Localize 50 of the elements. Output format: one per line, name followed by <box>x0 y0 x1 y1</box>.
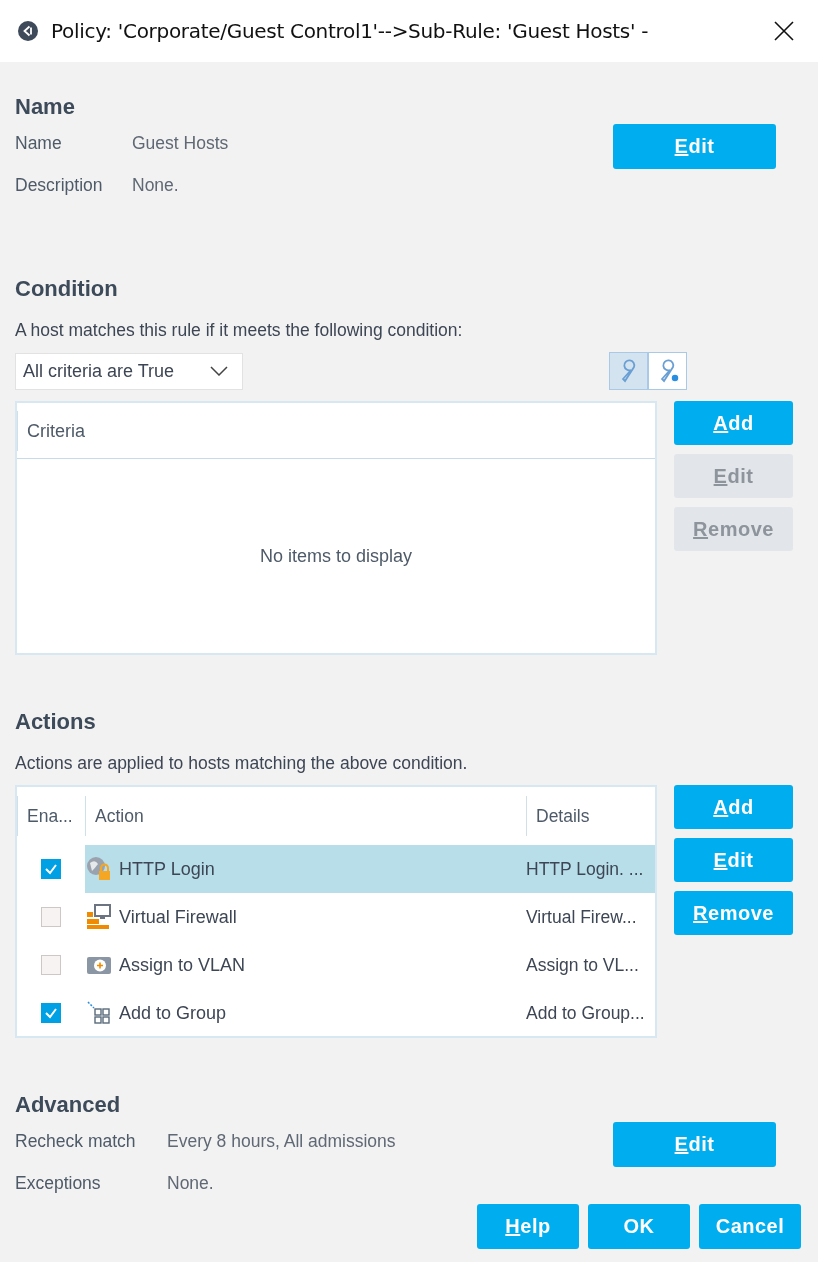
checkbox[interactable] <box>41 955 61 975</box>
checkbox[interactable] <box>41 859 61 879</box>
section-heading: Name <box>15 93 76 121</box>
edit-button[interactable]: Edit <box>674 838 793 882</box>
actions-description: Actions are applied to hosts matching the above condition. <box>15 753 469 774</box>
section-heading: Advanced <box>15 1091 122 1119</box>
action-cell[interactable]: Virtual Firewall <box>85 893 526 941</box>
match-dropdown[interactable]: All criteria are True <box>15 352 243 390</box>
close-icon[interactable] <box>774 21 794 41</box>
column-header[interactable]: Ena... <box>17 796 85 836</box>
column-header[interactable]: Details <box>526 796 655 836</box>
remove-button[interactable]: Remove <box>674 891 793 935</box>
checkbox[interactable] <box>41 1003 61 1023</box>
column-header[interactable]: Action <box>85 796 526 836</box>
add-button[interactable]: Add <box>674 401 793 445</box>
column-header[interactable]: Criteria <box>17 410 85 451</box>
field-value: Every 8 hours, All admissions <box>167 1130 396 1152</box>
window-title: Policy: 'Corporate/Guest Control1'-->Sub-Rule: 'Guest Hosts' - <box>51 19 649 43</box>
empty-message: No items to display <box>259 546 413 567</box>
details-cell-text: Virtual Firew... <box>526 905 638 929</box>
help-button[interactable]: Help <box>477 1204 579 1249</box>
field-value: None. <box>167 1172 214 1194</box>
details-cell-text: Assign to VL... <box>526 953 640 977</box>
field-value: None. <box>132 174 179 196</box>
details-cell-text: Add to Group... <box>526 1001 646 1025</box>
field-label: Exceptions <box>15 1172 102 1194</box>
action-cell[interactable]: Add to Group <box>85 989 526 1037</box>
field-label: Name <box>15 132 63 154</box>
edit-button[interactable]: Edit <box>613 1122 776 1167</box>
chevron-down-icon <box>210 366 228 376</box>
details-cell: HTTP Login. ... <box>526 845 655 893</box>
field-label: Recheck match <box>15 1130 137 1152</box>
action-cell[interactable]: HTTP Login <box>85 845 526 893</box>
field-label: Description <box>15 174 104 196</box>
firewall-computer-icon <box>86 904 112 930</box>
section-heading: Condition <box>15 275 119 303</box>
checkbox[interactable] <box>41 907 61 927</box>
section-heading: Actions <box>15 708 97 736</box>
condition-description: A host matches this rule if it meets the following condition: <box>15 320 464 341</box>
edit-button[interactable]: Edit <box>613 124 776 169</box>
wrench-gear-button[interactable] <box>648 352 687 390</box>
cancel-button[interactable]: Cancel <box>699 1204 801 1249</box>
wrench-button[interactable] <box>609 352 648 390</box>
add-button[interactable]: Add <box>674 785 793 829</box>
globe-lock-icon <box>86 856 112 882</box>
action-cell[interactable]: Assign to VLAN <box>85 941 526 989</box>
group-add-icon <box>86 1000 112 1026</box>
ok-button[interactable]: OK <box>588 1204 690 1249</box>
field-value: Guest Hosts <box>132 132 229 154</box>
app-icon <box>18 21 38 41</box>
